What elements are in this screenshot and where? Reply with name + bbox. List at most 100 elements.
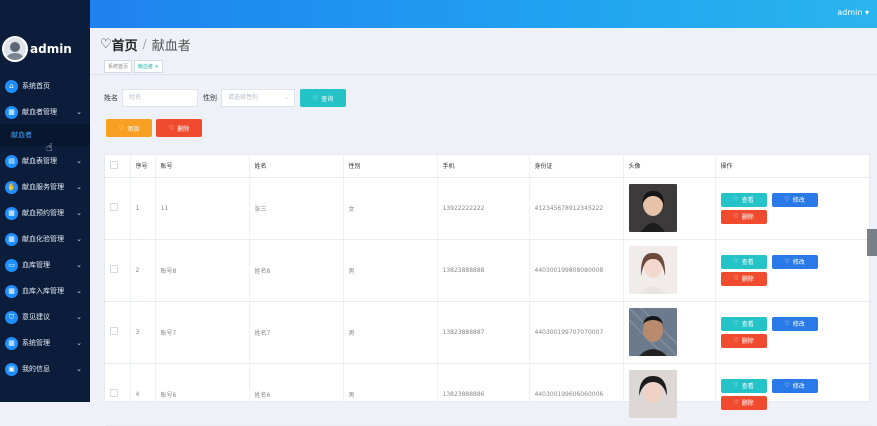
heart-icon: ♡ (784, 196, 790, 203)
cell-phone: 13823888888 (437, 239, 530, 302)
heart-icon: ♡ (733, 213, 739, 220)
sidebar-item-home[interactable]: ⌂ 系统首页 (0, 73, 90, 99)
avatar (2, 36, 28, 62)
cell-index: 2 (130, 239, 156, 302)
edit-button[interactable]: ♡ 修改 (771, 316, 818, 331)
checkbox[interactable] (110, 327, 118, 335)
sidebar-item-label: 血库入库管理 (22, 287, 64, 295)
cell-account: 11 (155, 177, 250, 240)
checkbox[interactable] (110, 389, 118, 397)
column-header: 序号 (130, 155, 156, 178)
column-header: 姓名 (249, 155, 344, 178)
column-header: 操作 (715, 155, 872, 178)
column-header: 手机 (437, 155, 530, 178)
cell-phone: 13823888887 (437, 301, 530, 364)
checkbox[interactable] (110, 203, 118, 211)
chevron-down-icon: ⌄ (76, 157, 82, 165)
cell-gender: 男 (343, 301, 438, 364)
search-bar: 姓名 姓名 性别 请选择性别 ⌄ ♡ 查询 (104, 89, 346, 107)
view-button[interactable]: ♡ 查看 (720, 378, 767, 393)
tab-bar: 系统首页 献血者 × (104, 60, 163, 73)
select-all-header[interactable] (105, 155, 131, 178)
breadcrumb-separator: / (142, 37, 147, 51)
sidebar-item-label: 献血化验管理 (22, 235, 64, 243)
cell-id-card: 440300199707070007 (529, 301, 624, 364)
sidebar-item-my-info[interactable]: ▣ 我的信息 ⌄ (0, 356, 90, 382)
clipboard-icon: ▤ (5, 154, 18, 168)
sidebar-item-blood-bank[interactable]: ▭ 血库管理 ⌄ (0, 252, 90, 278)
heart-icon: ♡ (733, 275, 739, 282)
cell-index: 4 (130, 363, 156, 426)
sidebar-item-stock-in[interactable]: ▦ 血库入库管理 ⌄ (0, 278, 90, 304)
tab-home[interactable]: 系统首页 (104, 60, 133, 73)
sidebar-item-label: 献血服务管理 (22, 183, 64, 191)
table-row: 4 账号6 姓名6 男 13823888886 4403001996060600… (105, 363, 872, 426)
cell-phone: 13823888886 (437, 363, 530, 426)
cell-index: 3 (130, 301, 156, 364)
edit-button[interactable]: ♡ 修改 (771, 254, 818, 269)
chevron-down-icon: ⌄ (76, 339, 82, 347)
name-input[interactable]: 姓名 (122, 89, 198, 107)
sidebar-item-feedback[interactable]: ⛉ 意见建议 ⌄ (0, 304, 90, 330)
sidebar-item-label: 意见建议 (22, 313, 50, 321)
add-button[interactable]: ♡ 添加 (106, 119, 152, 137)
gender-select-placeholder: 请选择性别 (228, 94, 259, 101)
sidebar-item-label: 献血预约管理 (22, 209, 64, 217)
view-button[interactable]: ♡ 查看 (720, 254, 767, 269)
checkbox[interactable] (110, 160, 118, 169)
chevron-down-icon: ⌄ (76, 235, 82, 243)
view-button[interactable]: ♡ 查看 (720, 192, 767, 207)
edit-button[interactable]: ♡ 修改 (771, 192, 818, 207)
row-delete-button[interactable]: ♡ 删除 (720, 209, 767, 224)
tab-donor[interactable]: 献血者 × (134, 60, 163, 73)
query-button[interactable]: ♡ 查询 (300, 89, 346, 107)
table-row: 2 账号8 姓名8 男 13823888888 4403001998080800… (105, 239, 872, 302)
divider (90, 74, 877, 75)
sidebar-item-blood-form[interactable]: ▤ 献血表管理 ⌄ (0, 148, 90, 174)
chevron-down-icon: ⌄ (76, 183, 82, 191)
row-delete-button[interactable]: ♡ 删除 (720, 395, 767, 410)
chevron-down-icon: ⌄ (76, 287, 82, 295)
chevron-down-icon: ⌄ (76, 261, 82, 269)
sidebar-subitem-donor[interactable]: 献血者 (0, 124, 90, 146)
chevron-down-icon: ⌄ (76, 108, 82, 116)
cell-phone: 13922222222 (437, 177, 530, 240)
row-delete-button[interactable]: ♡ 删除 (720, 271, 767, 286)
row-delete-button[interactable]: ♡ 删除 (720, 333, 767, 348)
sidebar-item-donor-manage[interactable]: ▦ 献血者管理 ⌄ (0, 99, 90, 125)
view-button[interactable]: ♡ 查看 (720, 316, 767, 331)
shield-icon: ⛉ (5, 310, 18, 324)
gender-select[interactable]: 请选择性别 ⌄ (221, 89, 295, 107)
heart-icon: ♡ (733, 382, 739, 389)
cell-gender: 男 (343, 363, 438, 426)
checkbox[interactable] (110, 265, 118, 273)
grid-icon: ▦ (5, 336, 18, 350)
heart-icon: ♡ (784, 320, 790, 327)
edit-button[interactable]: ♡ 修改 (771, 378, 818, 393)
toolbar: ♡ 添加 ♡ 删除 (106, 119, 202, 137)
column-header: 性别 (343, 155, 438, 178)
sidebar-item-service[interactable]: ✋ 献血服务管理 ⌄ (0, 174, 90, 200)
sidebar-item-label: 血库管理 (22, 261, 50, 269)
cell-index: 1 (130, 177, 156, 240)
grid-icon: ▦ (5, 105, 18, 119)
cell-id-card: 412345678912345222 (529, 177, 624, 240)
chevron-down-icon: ⌄ (76, 365, 82, 373)
delete-button[interactable]: ♡ 删除 (156, 119, 202, 137)
chevron-down-icon: ⌄ (76, 209, 82, 217)
brand: admin (0, 0, 90, 72)
heart-icon: ♡ (733, 258, 739, 265)
calendar-icon: ▦ (5, 206, 18, 220)
cell-gender: 女 (343, 177, 438, 240)
sidebar-item-appointment[interactable]: ▦ 献血预约管理 ⌄ (0, 200, 90, 226)
sidebar: admin ⌂ 系统首页 ▦ 献血者管理 ⌄ 献血者 ☝ ▤ 献血表管理 ⌄ ✋… (0, 0, 90, 402)
sidebar-item-label: 系统首页 (22, 82, 50, 90)
scrollbar-thumb[interactable] (867, 229, 877, 256)
cell-name: 姓名6 (249, 363, 344, 426)
user-menu[interactable]: admin ▾ (837, 8, 869, 17)
heart-icon: ♡ (784, 258, 790, 265)
sidebar-item-lab-test[interactable]: ▦ 献血化验管理 ⌄ (0, 226, 90, 252)
sidebar-item-label: 献血者管理 (22, 108, 57, 116)
sidebar-item-system[interactable]: ▦ 系统管理 ⌄ (0, 330, 90, 356)
home-icon: ⌂ (5, 79, 18, 93)
